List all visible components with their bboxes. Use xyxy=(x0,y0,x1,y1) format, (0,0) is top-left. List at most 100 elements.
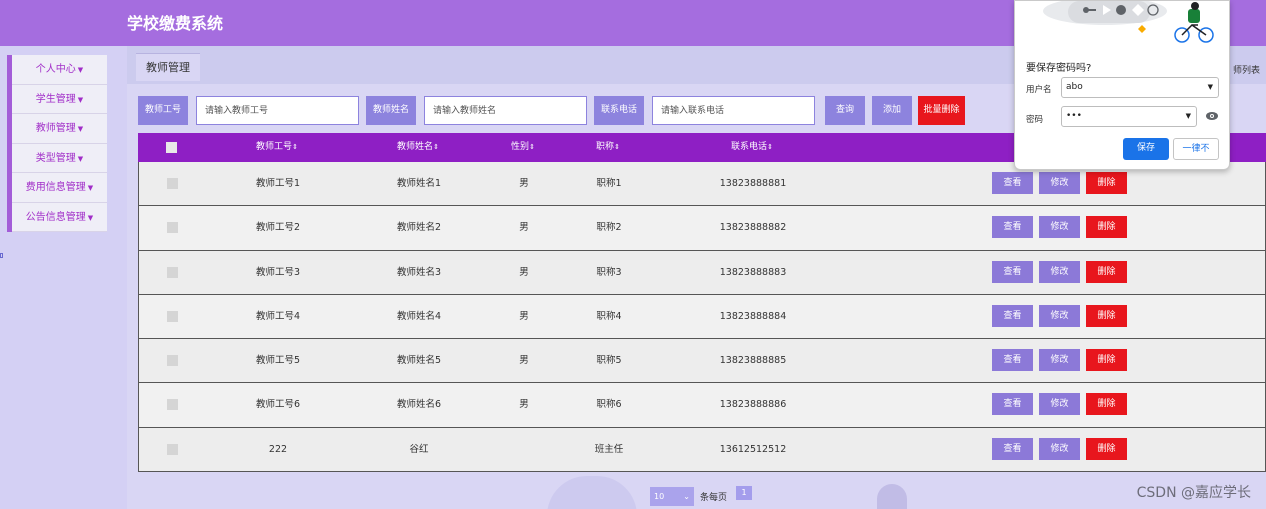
cell-title: 职称6 xyxy=(596,399,622,411)
query-button[interactable]: 查询 xyxy=(825,96,865,125)
view-button[interactable]: 查看 xyxy=(992,304,1033,327)
delete-button[interactable]: 删除 xyxy=(1086,304,1127,327)
table-row: 教师工号4 教师姓名4 男 职称4 13823888884 查看 修改 删除 xyxy=(138,294,1266,340)
edge-marker xyxy=(0,253,3,258)
header-gender[interactable]: 性别⇕ xyxy=(511,133,535,162)
caret-down-icon: ▼ xyxy=(87,213,94,222)
table-row: 教师工号6 教师姓名6 男 职称6 13823888886 查看 修改 删除 xyxy=(138,383,1266,428)
delete-button[interactable]: 删除 xyxy=(1086,393,1127,416)
cell-gender: 男 xyxy=(519,222,529,234)
page-number-button[interactable]: 1 xyxy=(736,486,752,500)
add-button[interactable]: 添加 xyxy=(872,96,912,125)
header-label: 教师工号 xyxy=(256,142,293,152)
background-illustration xyxy=(547,476,637,509)
edit-button[interactable]: 修改 xyxy=(1039,172,1080,194)
caret-down-icon: ▼ xyxy=(77,95,84,104)
teacher-name-input[interactable] xyxy=(424,96,587,125)
header-teacher-no[interactable]: 教师工号⇕ xyxy=(256,133,298,162)
dropdown-arrow-icon: ▼ xyxy=(1207,83,1213,91)
edit-button[interactable]: 修改 xyxy=(1039,437,1080,460)
row-checkbox[interactable] xyxy=(167,443,178,455)
page-size-value: 10 xyxy=(654,492,665,501)
table-row: 教师工号3 教师姓名3 男 职称3 13823888883 查看 修改 删除 xyxy=(138,250,1266,295)
header-title[interactable]: 职称⇕ xyxy=(596,133,620,162)
sidebar-item-label: 类型管理 xyxy=(35,152,76,164)
sidebar-item-label: 公告信息管理 xyxy=(25,211,86,223)
view-button[interactable]: 查看 xyxy=(992,393,1033,416)
phone-input[interactable] xyxy=(652,96,815,125)
background-illustration xyxy=(877,484,907,509)
password-value: ••• xyxy=(1066,111,1082,121)
username-value: abo xyxy=(1066,82,1083,92)
eye-icon[interactable] xyxy=(1205,111,1219,121)
edit-button[interactable]: 修改 xyxy=(1039,393,1080,416)
view-button[interactable]: 查看 xyxy=(992,216,1033,239)
caret-down-icon: ▼ xyxy=(87,184,94,192)
row-checkbox[interactable] xyxy=(167,222,178,234)
chevron-down-icon: ⌄ xyxy=(683,492,690,501)
sidebar-item-types[interactable]: 类型管理 ▼ xyxy=(12,143,107,173)
delete-button[interactable]: 删除 xyxy=(1086,216,1127,239)
tab-teacher-management[interactable]: 教师管理 xyxy=(136,53,200,81)
header-label: 联系电话 xyxy=(731,142,768,152)
view-button[interactable]: 查看 xyxy=(992,437,1033,460)
caret-down-icon: ▼ xyxy=(77,154,84,163)
sort-icon: ⇕ xyxy=(614,143,620,151)
sidebar-item-label: 学生管理 xyxy=(35,93,76,105)
password-label: 密码 xyxy=(1026,115,1044,125)
row-checkbox[interactable] xyxy=(167,266,178,278)
sidebar-item-teachers[interactable]: 教师管理 ▼ xyxy=(12,114,107,144)
header-label: 性别 xyxy=(511,142,530,152)
table-row: 教师工号5 教师姓名5 男 职称5 13823888885 查看 修改 删除 xyxy=(138,339,1266,384)
cell-teacher-no: 教师工号3 xyxy=(255,266,301,278)
cell-teacher-no: 教师工号2 xyxy=(255,222,301,234)
row-checkbox[interactable] xyxy=(167,355,178,367)
batch-delete-button[interactable]: 批量删除 xyxy=(918,96,965,125)
caret-down-icon: ▼ xyxy=(77,125,84,133)
username-field[interactable]: abo ▼ xyxy=(1061,77,1219,98)
edit-button[interactable]: 修改 xyxy=(1039,304,1080,327)
edit-button[interactable]: 修改 xyxy=(1039,216,1080,239)
cell-teacher-name: 教师姓名2 xyxy=(396,222,442,234)
sidebar-item-fees[interactable]: 费用信息管理 ▼ xyxy=(12,173,107,203)
edit-button[interactable]: 修改 xyxy=(1039,349,1080,372)
row-checkbox[interactable] xyxy=(167,178,178,189)
cell-gender: 男 xyxy=(519,310,529,322)
cell-teacher-name: 教师姓名5 xyxy=(396,355,442,367)
page-size-select[interactable]: 10 ⌄ xyxy=(650,487,694,506)
view-button[interactable]: 查看 xyxy=(992,349,1033,372)
edit-button[interactable]: 修改 xyxy=(1039,260,1080,283)
sidebar-item-label: 费用信息管理 xyxy=(25,182,86,193)
delete-button[interactable]: 删除 xyxy=(1086,172,1127,194)
cell-teacher-no: 222 xyxy=(268,443,288,455)
cell-phone: 13823888881 xyxy=(719,178,787,189)
sidebar-item-students[interactable]: 学生管理 ▼ xyxy=(12,84,107,114)
phone-label: 联系电话 xyxy=(594,96,645,125)
cell-title: 班主任 xyxy=(594,443,624,455)
sidebar-item-notices[interactable]: 公告信息管理 ▼ xyxy=(12,202,107,232)
cell-teacher-no: 教师工号1 xyxy=(255,178,301,189)
password-field[interactable]: ••• ▼ xyxy=(1061,106,1197,127)
cell-gender: 男 xyxy=(519,399,529,411)
cell-teacher-name: 教师姓名4 xyxy=(396,310,442,322)
save-password-button[interactable]: 保存 xyxy=(1123,138,1169,160)
select-all-checkbox[interactable] xyxy=(166,142,177,153)
header-teacher-name[interactable]: 教师姓名⇕ xyxy=(397,133,439,162)
cell-teacher-name: 谷红 xyxy=(409,443,429,455)
watermark: CSDN @嘉应学长 xyxy=(1136,485,1251,501)
teacher-no-input[interactable] xyxy=(196,96,359,125)
never-save-button[interactable]: 一律不 xyxy=(1173,138,1219,160)
dropdown-arrow-icon: ▼ xyxy=(1185,112,1191,120)
view-button[interactable]: 查看 xyxy=(992,172,1033,194)
row-checkbox[interactable] xyxy=(167,399,178,411)
sort-icon: ⇕ xyxy=(433,143,439,151)
row-checkbox[interactable] xyxy=(167,310,178,322)
view-button[interactable]: 查看 xyxy=(992,260,1033,283)
delete-button[interactable]: 删除 xyxy=(1086,349,1127,372)
header-phone[interactable]: 联系电话⇕ xyxy=(731,133,773,162)
delete-button[interactable]: 删除 xyxy=(1086,437,1127,460)
delete-button[interactable]: 删除 xyxy=(1086,260,1127,283)
sidebar-item-profile[interactable]: 个人中心 ▼ xyxy=(12,55,107,85)
cell-title: 职称4 xyxy=(596,310,622,322)
cell-phone: 13612512512 xyxy=(719,443,787,455)
